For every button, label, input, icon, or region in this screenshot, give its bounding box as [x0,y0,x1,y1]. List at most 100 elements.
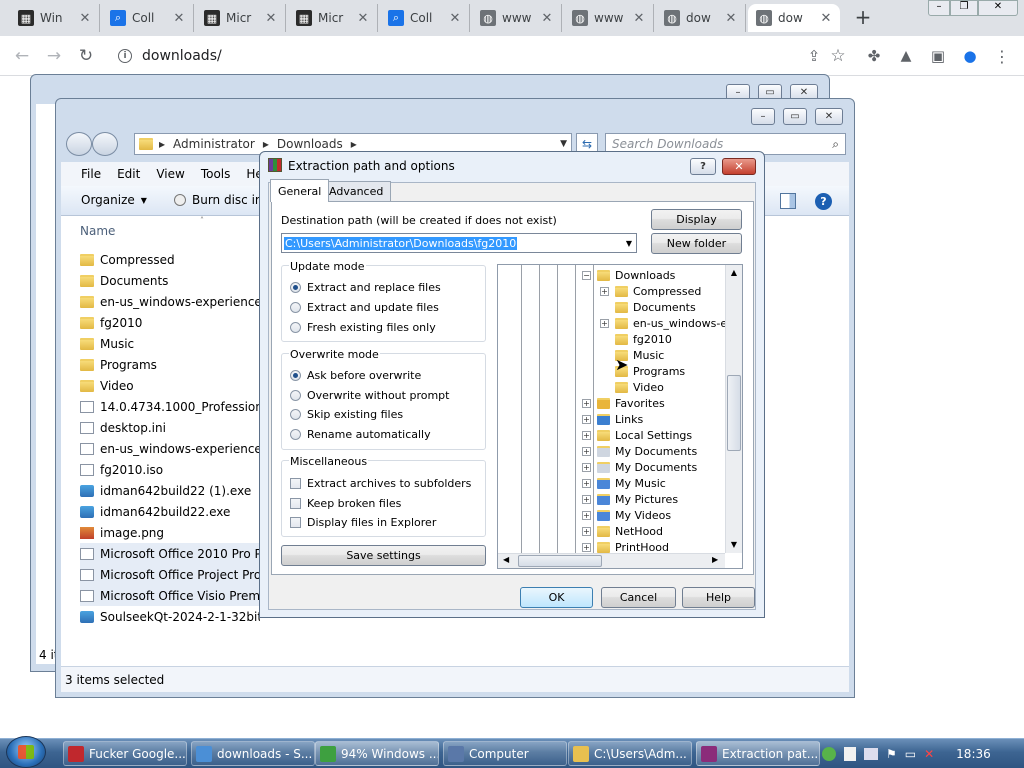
browser-tab[interactable]: ▦ Micr ✕ [288,4,378,32]
file-row[interactable]: desktop.ini [80,417,260,438]
minimize-button[interactable]: – [751,108,775,125]
expand-icon[interactable]: + [582,510,591,520]
address-bar[interactable]: i downloads/ [108,41,854,70]
file-row[interactable]: en-us_windows-experience_fre [80,438,260,459]
maximize-button[interactable]: ▭ [783,108,807,125]
expand-icon[interactable]: + [582,446,591,456]
tree-node[interactable]: + My Documents [582,443,697,459]
ok-button[interactable]: OK [520,587,593,608]
close-browser-button[interactable]: ✕ [978,0,1018,16]
menu-view[interactable]: View [148,167,192,181]
back-icon[interactable]: ← [10,44,34,68]
misc-checkbox[interactable]: Extract archives to subfolders [290,477,471,490]
lab-flask-icon[interactable]: ▲ [894,44,918,68]
destination-path-combo[interactable]: C:\Users\Administrator\Downloads\fg2010 … [281,233,637,253]
extensions-icon[interactable]: ✤ [862,44,886,68]
file-row[interactable]: idman642build22.exe [80,501,260,522]
new-tab-button[interactable]: + [852,6,874,28]
file-row[interactable]: idman642build22 (1).exe [80,480,260,501]
file-row[interactable]: Programs [80,354,260,375]
menu-dots-icon[interactable]: ⋮ [990,44,1014,68]
tree-node[interactable]: fg2010 [600,331,672,347]
tree-node[interactable]: + Compressed [600,283,701,299]
menu-tools[interactable]: Tools [193,167,239,181]
scroll-up-icon[interactable]: ▲ [726,265,742,281]
display-button[interactable]: Display [651,209,742,230]
burn-disc-button[interactable]: Burn disc im [174,193,267,207]
action-center-flag-icon[interactable]: ⚑ [886,747,897,761]
taskbar-button[interactable]: Extraction pat... [696,741,820,766]
hscroll-thumb[interactable] [518,555,602,567]
update-mode-radio[interactable]: Extract and replace files [290,281,441,294]
taskbar-button[interactable]: C:\Users\Adm... [568,741,692,766]
tree-node[interactable]: Video [600,379,664,395]
update-mode-radio[interactable]: Extract and update files [290,301,439,314]
help-button[interactable]: Help [682,587,755,608]
tree-node[interactable]: + My Pictures [582,491,678,507]
file-row[interactable]: Microsoft Office Visio Premium [80,585,260,606]
clock[interactable]: 18:36 [956,747,991,761]
expand-icon[interactable]: + [582,398,591,408]
file-row[interactable]: Microsoft Office 2010 Pro Plus [80,543,260,564]
file-row[interactable]: Music [80,333,260,354]
expand-icon[interactable]: + [582,542,591,552]
profile-icon[interactable]: ● [958,44,982,68]
collapse-icon[interactable]: − [582,270,591,280]
tree-node[interactable]: Music [600,347,664,363]
file-row[interactable]: Documents [80,270,260,291]
forward-icon[interactable]: → [42,44,66,68]
expand-icon[interactable]: + [582,526,591,536]
breadcrumb-item[interactable]: Downloads [277,137,343,151]
monitor-icon[interactable]: ▭ [905,747,916,761]
file-row[interactable]: Compressed [80,249,260,270]
expand-icon[interactable]: + [582,494,591,504]
expand-icon[interactable]: + [600,318,609,328]
tree-node[interactable]: + My Music [582,475,666,491]
bookmark-star-icon[interactable]: ☆ [826,44,850,68]
expand-icon[interactable]: + [582,414,591,424]
file-row[interactable]: Microsoft Office Project Pro 20 [80,564,260,585]
volume-muted-icon[interactable]: ✕ [924,747,934,761]
help-icon[interactable]: ? [815,193,832,210]
browser-tab[interactable]: ◍ www ✕ [564,4,654,32]
overwrite-mode-radio[interactable]: Ask before overwrite [290,369,421,382]
tab-close-icon[interactable]: ✕ [447,11,463,26]
cancel-button[interactable]: Cancel [601,587,676,608]
scroll-right-icon[interactable]: ▶ [712,555,718,564]
save-settings-button[interactable]: Save settings [281,545,486,566]
tab-close-icon[interactable]: ✕ [723,11,739,26]
organize-button[interactable]: Organize ▼ [81,193,147,207]
file-row[interactable]: 14.0.4734.1000_ProfessionalPlu [80,396,260,417]
side-panel-icon[interactable]: ▣ [926,44,950,68]
taskbar-button[interactable]: downloads - S... [191,741,315,766]
tab-close-icon[interactable]: ✕ [539,11,555,26]
folder-tree[interactable]: − Downloads + Compressed Documents + en-us_win… [497,264,743,569]
vscroll-thumb[interactable] [727,375,741,451]
expand-icon[interactable]: + [582,462,591,472]
tab-general[interactable]: General [270,179,330,202]
taskbar-button[interactable]: 94% Windows ... [315,741,439,766]
scroll-down-icon[interactable]: ▼ [726,537,742,553]
browser-tab[interactable]: ◍ www ✕ [472,4,562,32]
tree-node[interactable]: + My Videos [582,507,671,523]
browser-tab[interactable]: ⌕ Coll ✕ [380,4,470,32]
file-row[interactable]: fg2010 [80,312,260,333]
dialog-close-button[interactable]: ✕ [722,158,756,175]
browser-tab[interactable]: ◍ dow ✕ [656,4,746,32]
misc-checkbox[interactable]: Display files in Explorer [290,516,436,529]
restore-browser-button[interactable]: ❐ [950,0,978,16]
tab-close-icon[interactable]: ✕ [355,11,371,26]
file-row[interactable]: en-us_windows-experience_fre [80,291,260,312]
expand-icon[interactable]: + [582,478,591,488]
tree-hscrollbar[interactable]: ◀ ▶ [498,553,725,568]
file-row[interactable]: image.png [80,522,260,543]
tree-node[interactable]: Documents [600,299,696,315]
tab-close-icon[interactable]: ✕ [171,11,187,26]
tab-close-icon[interactable]: ✕ [631,11,647,26]
taskbar-button[interactable]: Fucker Google... [63,741,187,766]
browser-tab[interactable]: ◍ dow ✕ [748,4,840,32]
chevron-down-icon[interactable]: ▼ [626,239,632,248]
overwrite-mode-radio[interactable]: Overwrite without prompt [290,389,449,402]
taskbar-button[interactable]: Computer [443,741,567,766]
tree-node[interactable]: − Downloads [582,267,675,283]
